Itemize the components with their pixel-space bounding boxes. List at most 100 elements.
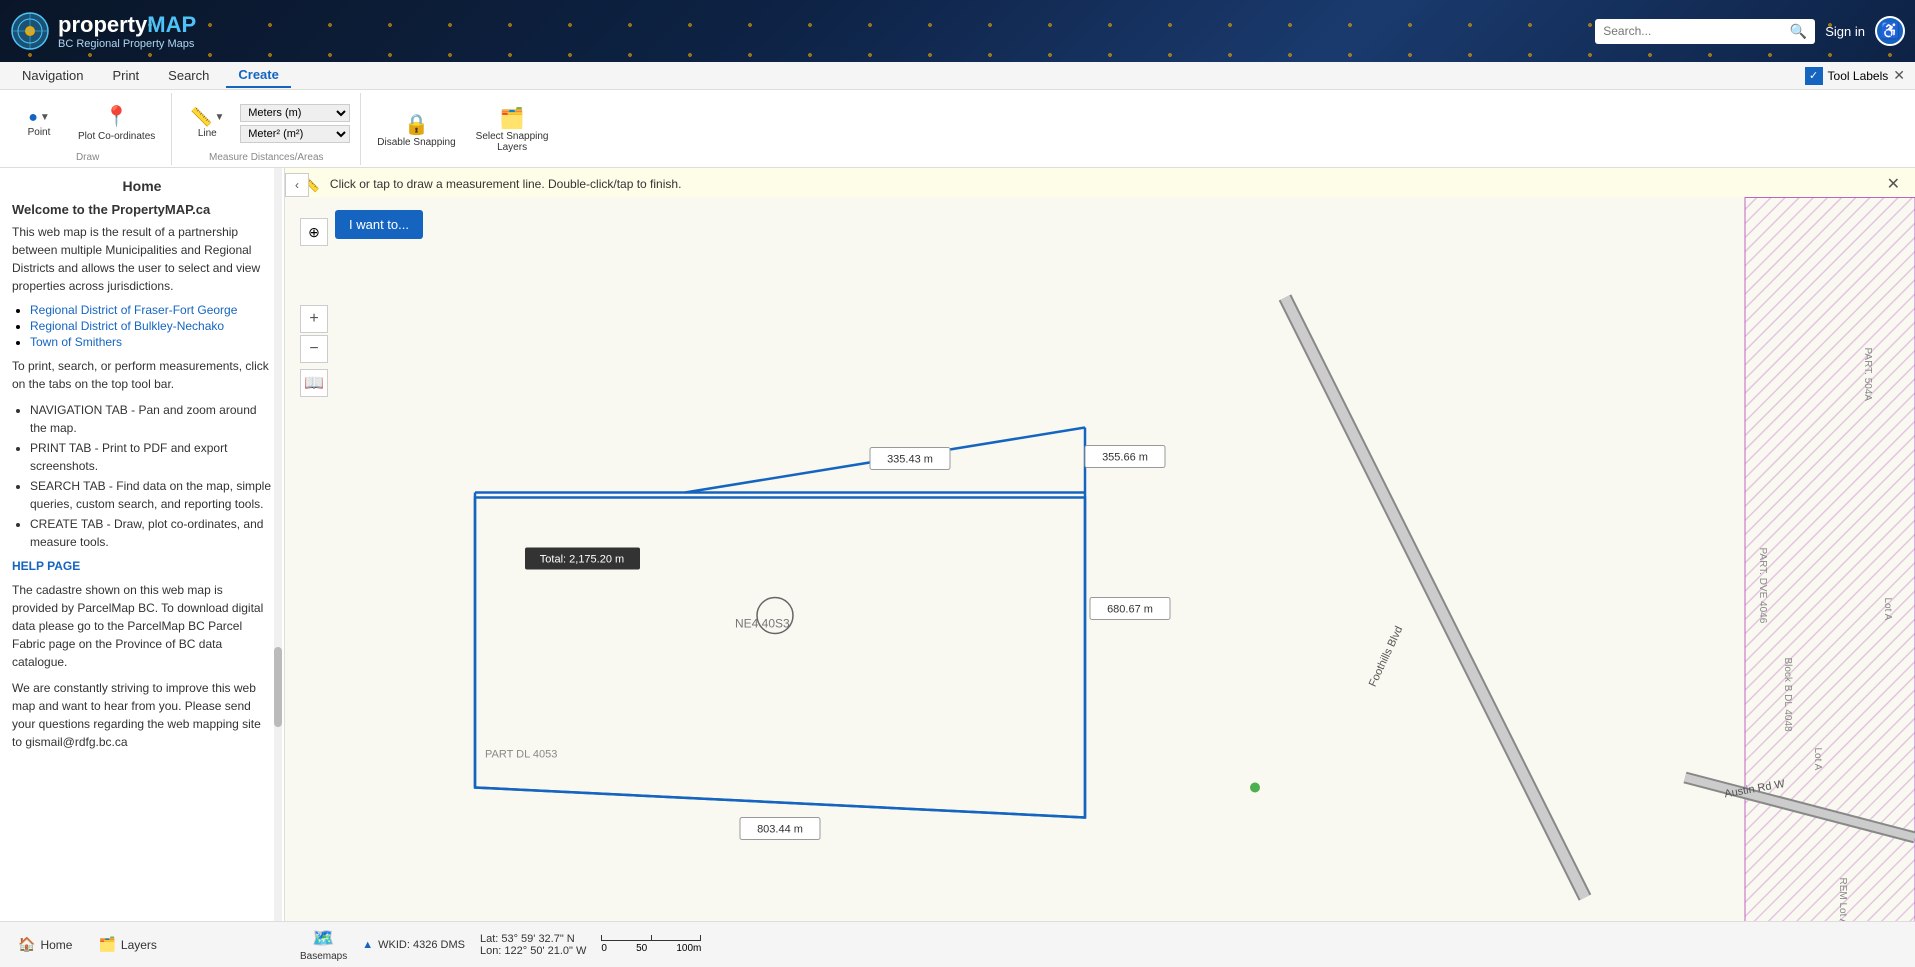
sidebar-home-title: Home [12,178,272,194]
lon-display: Lon: 122° 50' 21.0" W [480,945,586,957]
footer-layers-label: Layers [121,938,157,952]
sign-in-button[interactable]: Sign in [1825,24,1865,39]
footer-home-button[interactable]: 🏠 Home [10,932,80,957]
nav-navigation[interactable]: Navigation [10,64,95,87]
svg-text:355.66 m: 355.66 m [1102,452,1148,464]
point-icon: ● [28,109,38,127]
svg-text:803.44 m: 803.44 m [757,824,803,836]
sidebar-link-bulkley-nechako[interactable]: Regional District of Bulkley-Nechako [30,319,224,333]
sidebar-nav-desc: NAVIGATION TAB - Pan and zoom around the… [30,401,272,437]
wkid-text: WKID: 4326 DMS [378,939,465,951]
select-snapping-button[interactable]: 🗂️ Select Snapping Layers [470,102,555,157]
nav-create[interactable]: Create [226,63,290,88]
disable-snapping-label: Disable Snapping [377,137,455,148]
layers-icon: 🗂️ [98,936,115,953]
draw-buttons: ● ▼ Point 📍 Plot Co-ordinates [14,95,161,152]
svg-text:Lot A: Lot A [1882,598,1893,621]
sidebar-create-desc: CREATE TAB - Draw, plot co-ordinates, an… [30,515,272,551]
zoom-in-button[interactable]: + [300,305,328,333]
point-dropdown-arrow: ▼ [40,112,50,123]
accessibility-button[interactable]: ♿ [1875,16,1905,46]
measure-section-label: Measure Distances/Areas [182,152,350,165]
zoom-out-button[interactable]: − [300,335,328,363]
scale-0: 0 [601,943,607,954]
plot-coords-label: Plot Co-ordinates [78,131,155,142]
sidebar-scrollbar-thumb[interactable] [274,647,282,727]
basemaps-label: Basemaps [300,951,347,962]
header-right: 🔍 Sign in ♿ [1595,16,1905,46]
point-label: Point [28,127,51,138]
sidebar-link-fraser-fort-george[interactable]: Regional District of Fraser-Fort George [30,303,237,317]
search-button[interactable]: 🔍 [1790,23,1807,40]
wkid-area: ▲ WKID: 4326 DMS [362,939,465,951]
logo-map: MAP [147,12,196,37]
sidebar-link-smithers[interactable]: Town of Smithers [30,335,122,349]
units-area-select[interactable]: Meter² (m²) [240,125,350,143]
line-icon: 📏 [190,107,212,128]
snapping-section: 🔒 Disable Snapping 🗂️ Select Snapping La… [363,93,564,165]
line-label: Line [198,128,217,139]
select-snapping-icon: 🗂️ [500,106,525,131]
footer-home-label: Home [40,938,72,952]
triangle-icon: ▲ [362,939,373,951]
logo-text: propertyMAP BC Regional Property Maps [58,12,196,50]
nav-print[interactable]: Print [100,64,151,87]
plot-coordinates-button[interactable]: 📍 Plot Co-ordinates [72,100,161,146]
collapse-sidebar-button[interactable]: ‹ [285,173,309,197]
svg-text:PART. DVE 4046: PART. DVE 4046 [1757,548,1768,624]
svg-text:REM Lot A: REM Lot A [1837,878,1848,926]
logo-icon [10,11,50,51]
basemaps-button[interactable]: 🗺️ Basemaps [300,928,347,962]
sidebar-improve-text: We are constantly striving to improve th… [12,679,272,751]
units-distance-select[interactable]: Meters (m) [240,104,350,122]
svg-text:Lot A: Lot A [1812,748,1823,771]
top-nav: Navigation Print Search Create Tool Labe… [0,62,1915,90]
search-input[interactable] [1603,24,1790,38]
draw-section: ● ▼ Point 📍 Plot Co-ordinates Draw [10,93,172,165]
point-button[interactable]: ● ▼ Point [14,105,64,142]
map-svg[interactable]: 335.43 m 355.66 m 680.67 m 803.44 m Tota… [285,168,1915,967]
tool-labels-checkbox[interactable] [1805,67,1823,85]
footer-layers-button[interactable]: 🗂️ Layers [90,932,164,957]
disable-snapping-icon: 🔒 [404,112,429,137]
sidebar-search-desc: SEARCH TAB - Find data on the map, simpl… [30,477,272,513]
svg-text:335.43 m: 335.43 m [887,454,933,466]
toolbar: ● ▼ Point 📍 Plot Co-ordinates Draw 📏 ▼ L… [0,90,1915,168]
draw-section-label: Draw [14,152,161,165]
svg-text:PART. 504A: PART. 504A [1862,348,1873,402]
measure-section: 📏 ▼ Line Meters (m) Meter² (m²) Measure … [174,93,361,165]
line-dropdown-arrow: ▼ [215,112,225,123]
logo-subtitle: BC Regional Property Maps [58,38,196,50]
select-snapping-label: Select Snapping Layers [476,131,549,153]
svg-text:680.67 m: 680.67 m [1107,604,1153,616]
nav-search[interactable]: Search [156,64,221,87]
tool-labels-close[interactable]: ✕ [1893,67,1905,84]
sidebar-footer: 🏠 Home 🗂️ Layers [0,921,285,967]
line-button[interactable]: 📏 ▼ Line [182,103,232,143]
sidebar-instructions-text: To print, search, or perform measurement… [12,357,272,393]
bottom-bar: 🗺️ Basemaps ▲ WKID: 4326 DMS Lat: 53° 59… [285,921,1915,967]
scale-bar: 0 50 100m [601,935,701,954]
basemaps-icon: 🗺️ [312,928,334,949]
map-controls: + − 📖 [300,213,328,397]
scale-50: 50 [636,943,647,954]
tool-labels-area: Tool Labels ✕ [1805,67,1905,85]
bookmarks-button[interactable]: 📖 [300,369,328,397]
main-area: Home Welcome to the PropertyMAP.ca This … [0,168,1915,967]
disable-snapping-button[interactable]: 🔒 Disable Snapping [371,108,461,152]
help-page-link[interactable]: HELP PAGE [12,559,80,573]
logo-property: property [58,12,147,37]
scale-100: 100m [676,943,701,954]
coordinates-area: Lat: 53° 59' 32.7" N Lon: 122° 50' 21.0"… [480,933,586,957]
svg-text:Block B DL 4048: Block B DL 4048 [1782,658,1793,733]
logo-area: propertyMAP BC Regional Property Maps [10,11,230,51]
sidebar-welcome-heading: Welcome to the PropertyMAP.ca [12,202,272,217]
home-icon: 🏠 [18,936,35,953]
i-want-to-button[interactable]: I want to... [335,210,423,239]
svg-text:Total: 2,175.20 m: Total: 2,175.20 m [540,554,624,566]
sidebar-scrollbar[interactable] [274,168,282,967]
tool-labels-text: Tool Labels [1828,69,1889,83]
map-container[interactable]: ‹ 📏 Click or tap to draw a measurement l… [285,168,1915,967]
search-box[interactable]: 🔍 [1595,19,1815,44]
scale-labels: 0 50 100m [601,943,701,954]
